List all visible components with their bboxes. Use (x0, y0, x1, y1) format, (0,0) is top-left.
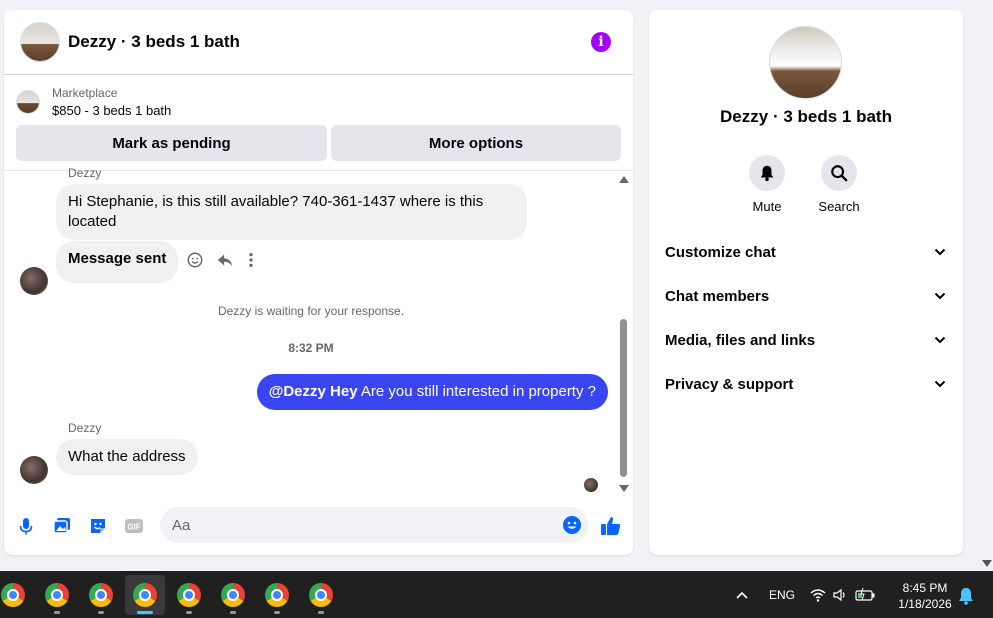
taskbar-chrome-app[interactable] (301, 575, 341, 615)
taskbar-chrome-app[interactable] (169, 575, 209, 615)
scroll-up-arrow[interactable] (619, 176, 629, 183)
outgoing-text: Are you still interested in property ? (357, 383, 596, 400)
emoji-icon[interactable] (562, 515, 582, 535)
listing-summary[interactable]: Marketplace $850 - 3 beds 1 bath (16, 86, 171, 118)
side-panel-actions: Mute Search (749, 155, 860, 214)
chrome-icon (89, 583, 113, 607)
taskbar-chrome-app[interactable] (37, 575, 77, 615)
menu-item-label: Customize chat (665, 243, 776, 261)
photo-icon[interactable] (52, 516, 72, 536)
mute-button[interactable]: Mute (749, 155, 785, 214)
gif-icon[interactable]: GIF (124, 516, 144, 536)
chat-info-panel: Dezzy · 3 beds 1 bath Mute Search Custom… (649, 10, 963, 555)
mute-label: Mute (752, 199, 782, 214)
clock-time: 8:45 PM (902, 581, 948, 595)
search-button[interactable]: Search (818, 155, 860, 214)
react-icon[interactable] (186, 251, 204, 269)
page-scroll-down-arrow[interactable] (982, 560, 992, 567)
incoming-message[interactable]: What the address (56, 439, 198, 475)
clock-date: 1/18/2026 (898, 597, 952, 611)
volume-icon (833, 588, 845, 602)
incoming-message[interactable]: Hi Stephanie, is this still available? 7… (56, 184, 527, 240)
reply-icon[interactable] (216, 251, 234, 269)
more-icon[interactable] (246, 251, 256, 269)
message-scrollbar[interactable] (618, 171, 630, 501)
media-files-links-item[interactable]: Media, files and links (649, 318, 963, 362)
chat-members-item[interactable]: Chat members (649, 274, 963, 318)
menu-item-label: Media, files and links (665, 331, 816, 349)
waiting-notice: Dezzy is waiting for your response. (217, 304, 405, 318)
chrome-icon (1, 583, 25, 607)
taskbar-chrome-app[interactable] (0, 575, 33, 615)
listing-actions: Mark as pending More options (16, 125, 621, 161)
chat-title[interactable]: Dezzy · 3 beds 1 bath (68, 32, 240, 52)
message-input[interactable] (172, 507, 552, 543)
listing-thumbnail (16, 90, 40, 114)
microphone-icon[interactable] (16, 516, 36, 536)
search-label: Search (818, 199, 860, 214)
chevron-down-icon (934, 336, 946, 344)
customize-chat-item[interactable]: Customize chat (649, 230, 963, 274)
menu-item-label: Privacy & support (665, 375, 794, 393)
chrome-icon (133, 583, 157, 607)
privacy-support-item[interactable]: Privacy & support (649, 362, 963, 406)
sender-name: Dezzy (68, 166, 102, 180)
chat-panel: Dezzy · 3 beds 1 bath i Marketplace $850… (4, 10, 633, 555)
listing-price: $850 - 3 beds 1 bath (52, 103, 172, 118)
chrome-icon (177, 583, 201, 607)
side-panel-menu: Customize chat Chat members Media, files… (649, 230, 963, 406)
taskbar-chrome-app[interactable] (81, 575, 121, 615)
system-tray-icons[interactable] (810, 587, 876, 603)
listing-avatar[interactable] (20, 22, 60, 62)
chevron-down-icon (934, 292, 946, 300)
message-input-container (160, 507, 588, 543)
scroll-thumb[interactable] (620, 319, 627, 477)
listing-source: Marketplace (52, 86, 118, 100)
more-options-button[interactable]: More options (331, 125, 621, 161)
side-panel-title: Dezzy · 3 beds 1 bath (720, 107, 892, 126)
sender-avatar[interactable] (20, 267, 48, 295)
chrome-icon (221, 583, 245, 607)
chrome-icon (265, 583, 289, 607)
composer: GIF (4, 506, 633, 546)
sender-avatar[interactable] (20, 456, 48, 484)
wifi-icon (810, 589, 826, 602)
thumbs-up-icon[interactable] (599, 514, 623, 538)
message-timestamp: 8:32 PM (288, 341, 334, 355)
svg-text:GIF: GIF (127, 523, 140, 532)
chat-header: Dezzy · 3 beds 1 bath i (4, 10, 633, 75)
battery-icon (855, 587, 875, 601)
sender-name: Dezzy (68, 421, 102, 435)
message-actions (186, 251, 256, 269)
menu-item-label: Chat members (665, 287, 770, 305)
show-hidden-icons-icon[interactable] (735, 589, 749, 601)
notification-bell-icon[interactable] (958, 587, 974, 605)
read-receipt-avatar (584, 478, 598, 492)
chrome-icon (45, 583, 69, 607)
sticker-icon[interactable] (88, 516, 108, 536)
info-icon[interactable]: i (591, 32, 611, 52)
listing-profile-photo[interactable] (769, 26, 842, 99)
incoming-message[interactable]: Message sent (56, 241, 179, 283)
chevron-down-icon (934, 248, 946, 256)
language-indicator[interactable]: ENG (769, 588, 795, 602)
chevron-down-icon (934, 380, 946, 388)
chrome-icon (309, 583, 333, 607)
mark-as-pending-button[interactable]: Mark as pending (16, 125, 327, 161)
search-icon (831, 165, 848, 182)
mention[interactable]: @Dezzy Hey (269, 383, 358, 400)
bell-icon (760, 165, 774, 182)
taskbar-chrome-app-active[interactable] (125, 575, 165, 615)
taskbar-chrome-app[interactable] (257, 575, 297, 615)
taskbar-clock[interactable]: 8:45 PM 1/18/2026 (890, 580, 960, 612)
message-list[interactable]: Dezzy Hi Stephanie, is this still availa… (4, 166, 633, 501)
scroll-down-arrow[interactable] (619, 485, 629, 492)
taskbar-chrome-app[interactable] (213, 575, 253, 615)
outgoing-message[interactable]: @Dezzy Hey Are you still interested in p… (256, 374, 608, 410)
